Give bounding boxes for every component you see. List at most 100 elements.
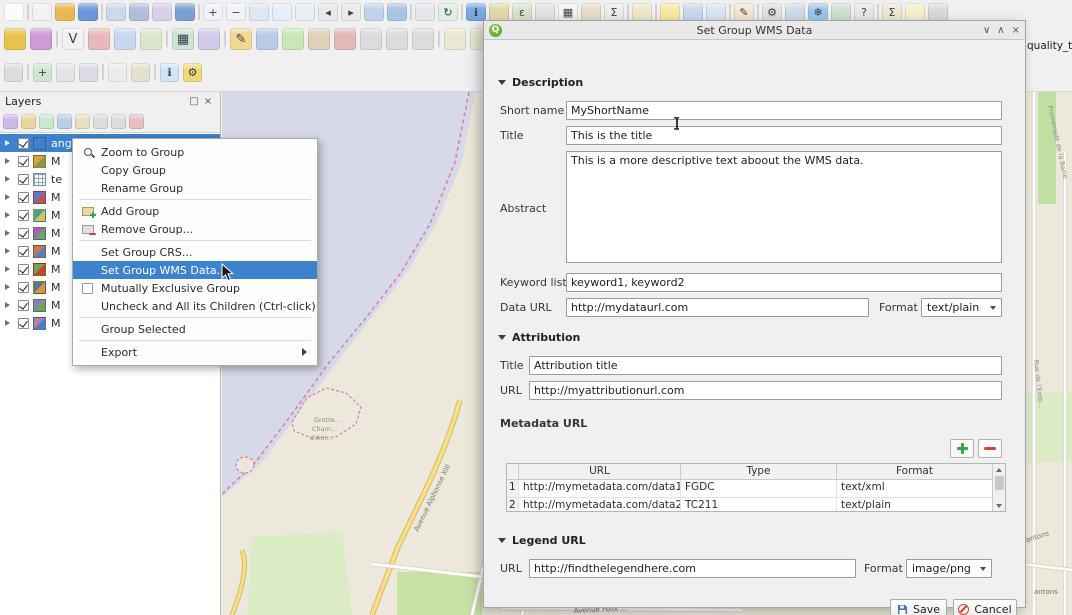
menu-item-remove-group[interactable]: Remove Group... (73, 220, 317, 238)
menu-item-uncheck-all-children[interactable]: Uncheck and All its Children (Ctrl-click… (73, 297, 317, 315)
layer-visibility-checkbox[interactable] (18, 264, 29, 275)
data-url-input[interactable] (566, 298, 869, 317)
dialog-titlebar[interactable]: Set Group WMS Data Q ∨ ∧ × (484, 21, 1025, 40)
vertex-editor-icon[interactable] (308, 28, 330, 50)
data-url-format-combo[interactable]: text/plain (921, 298, 1002, 317)
filter-by-expression-icon[interactable] (75, 114, 90, 129)
section-attribution[interactable]: Attribution (498, 331, 580, 344)
filter-legend-icon[interactable] (57, 114, 72, 129)
paste-features-icon[interactable] (412, 28, 434, 50)
column-header-type[interactable]: Type (681, 464, 837, 479)
manage-map-themes-icon[interactable] (39, 114, 54, 129)
title-input[interactable] (566, 126, 1002, 145)
expander-icon[interactable] (5, 302, 16, 308)
move-content-icon[interactable] (56, 63, 75, 82)
metasearch-icon[interactable] (831, 3, 851, 21)
trim-extend-icon[interactable] (88, 28, 110, 50)
map-tips-icon[interactable] (660, 3, 680, 21)
python-console-icon[interactable] (785, 3, 805, 21)
layer-visibility-checkbox[interactable] (18, 138, 29, 149)
new-map-view-icon[interactable] (364, 3, 384, 21)
project-properties-icon[interactable]: ⚙ (183, 63, 202, 82)
open-data-source-manager-icon[interactable] (175, 3, 195, 21)
menu-item-add-group[interactable]: Add Group (73, 202, 317, 220)
expander-icon[interactable] (5, 284, 16, 290)
toggle-editing-icon[interactable]: ✎ (230, 28, 252, 50)
add-group-icon[interactable] (21, 114, 36, 129)
metadata-url-cell[interactable]: http://mymetadata.com/data2 (519, 498, 681, 512)
legend-url-input[interactable] (529, 559, 856, 578)
layer-visibility-checkbox[interactable] (18, 156, 29, 167)
section-description[interactable]: Description (498, 76, 583, 89)
new-print-layout-icon[interactable] (106, 3, 126, 21)
text-annotation-icon[interactable] (905, 3, 925, 21)
table-row[interactable]: 2 http://mymetadata.com/data2 TC211 text… (507, 498, 1005, 512)
mutually-exclusive-checkbox[interactable] (78, 281, 97, 295)
keyword-list-input[interactable] (566, 273, 1002, 292)
deselect-features-icon[interactable] (535, 3, 555, 21)
layer-visibility-checkbox[interactable] (18, 210, 29, 221)
expander-icon[interactable] (5, 158, 16, 164)
abstract-textarea[interactable]: This is a more descriptive text aboout t… (566, 151, 1002, 263)
open-attribute-table-icon[interactable]: ▦ (558, 3, 578, 21)
rotate-feature-icon[interactable] (140, 28, 162, 50)
expander-icon[interactable] (5, 248, 16, 254)
layer-diagrams-icon[interactable] (30, 28, 52, 50)
freeze-canvas-icon[interactable]: ❄ (808, 3, 828, 21)
expander-icon[interactable] (5, 212, 16, 218)
measure-line-icon[interactable] (632, 3, 652, 21)
menu-item-rename-group[interactable]: Rename Group (73, 179, 317, 197)
select-by-expression-icon[interactable]: ε (512, 3, 532, 21)
panel-undock-icon[interactable]: □ (187, 96, 201, 107)
metadata-format-cell[interactable]: text/plain (837, 498, 992, 512)
dock-widgets-icon[interactable] (4, 63, 23, 82)
zoom-in-icon[interactable]: + (203, 3, 223, 21)
open-layer-styling-icon[interactable] (3, 114, 18, 129)
show-spatial-bookmarks-icon[interactable] (706, 3, 726, 21)
new-geopackage-layer-icon[interactable] (198, 28, 220, 50)
menu-item-export[interactable]: Export (73, 343, 317, 361)
cut-features-icon[interactable] (360, 28, 382, 50)
new-3d-map-view-icon[interactable] (387, 3, 407, 21)
menu-item-copy-group[interactable]: Copy Group (73, 161, 317, 179)
layer-labeling-icon[interactable] (4, 28, 26, 50)
menu-item-set-group-wms-data[interactable]: Set Group WMS Data... (73, 261, 317, 279)
undo-icon[interactable] (444, 28, 466, 50)
layout-manager-icon[interactable] (129, 3, 149, 21)
zoom-next-icon[interactable]: ▸ (341, 3, 361, 21)
new-annotation-icon[interactable]: ✎ (734, 3, 754, 21)
processing-toolbox-icon[interactable]: ⚙ (762, 3, 782, 21)
scrollbar-thumb[interactable] (995, 476, 1004, 490)
add-feature-icon[interactable] (282, 28, 304, 50)
expander-icon[interactable] (5, 320, 16, 326)
deselect-all-icon[interactable] (131, 63, 150, 82)
options-icon[interactable] (928, 3, 948, 21)
save-project-icon[interactable] (78, 3, 98, 21)
help-contents-icon[interactable]: ? (854, 3, 874, 21)
table-scrollbar[interactable] (992, 464, 1005, 511)
layer-visibility-checkbox[interactable] (18, 282, 29, 293)
vertex-tool-icon[interactable]: V (62, 28, 84, 50)
new-project-icon[interactable] (32, 3, 52, 21)
layer-visibility-checkbox[interactable] (18, 318, 29, 329)
expander-icon[interactable] (5, 194, 16, 200)
layer-visibility-checkbox[interactable] (18, 300, 29, 311)
expander-icon[interactable] (5, 140, 16, 146)
column-header-url[interactable]: URL (519, 464, 681, 479)
short-name-input[interactable] (566, 101, 1002, 120)
move-feature-icon[interactable] (114, 28, 136, 50)
zoom-to-selection-icon[interactable] (272, 3, 292, 21)
cancel-button[interactable]: Cancel (953, 599, 1017, 615)
add-layer-icon[interactable]: + (33, 63, 52, 82)
dialog-collapse-icon[interactable]: ∨ (983, 22, 990, 39)
save-layer-edits-icon[interactable] (256, 28, 278, 50)
expander-icon[interactable] (5, 266, 16, 272)
legend-format-combo[interactable]: image/png (906, 559, 992, 578)
statistical-summary-icon[interactable]: Σ (604, 3, 624, 21)
delete-selected-icon[interactable] (334, 28, 356, 50)
zoom-last-icon[interactable]: ◂ (318, 3, 338, 21)
dialog-shade-icon[interactable]: ∧ (997, 22, 1004, 39)
panel-close-icon[interactable]: × (201, 96, 215, 107)
expander-icon[interactable] (5, 230, 16, 236)
field-calculator-icon[interactable] (581, 3, 601, 21)
